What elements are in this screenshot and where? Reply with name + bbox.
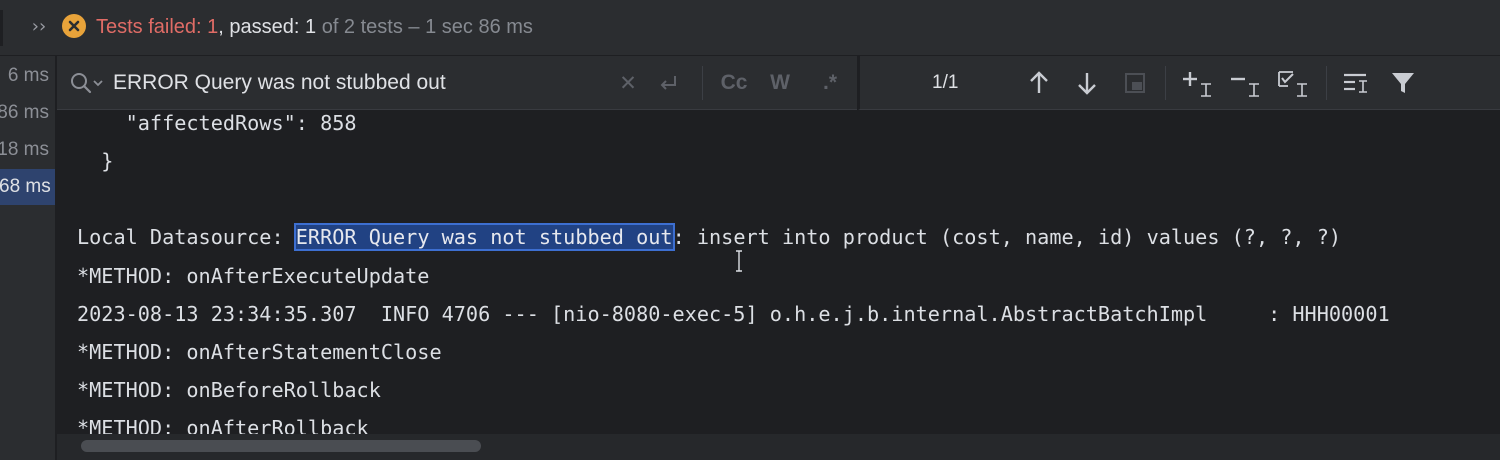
regex-button[interactable]: .*: [815, 70, 845, 96]
console-line: 2023-08-13 23:34:35.307 INFO 4706 --- [n…: [77, 302, 1390, 326]
search-input[interactable]: [113, 68, 663, 98]
select-all-matches-icon[interactable]: [1276, 68, 1312, 98]
match-suffix: : insert into product (cost, name, id) v…: [672, 225, 1342, 249]
clear-search-icon[interactable]: ✕: [615, 70, 641, 96]
expand-chevron-icon[interactable]: ››: [28, 14, 50, 40]
remove-selection-icon[interactable]: [1228, 68, 1264, 98]
console-line: *METHOD: onAfterRollback: [77, 416, 369, 434]
test-timing[interactable]: 6 ms: [8, 58, 49, 94]
search-match-highlight[interactable]: ERROR Query was not stubbed out: [293, 223, 675, 251]
match-prefix: Local Datasource:: [77, 225, 296, 249]
toolbar-separator: [1165, 66, 1166, 100]
test-timing[interactable]: 86 ms: [0, 95, 49, 131]
next-occurrence-icon[interactable]: [1072, 68, 1102, 98]
failed-label: Tests failed:: [96, 16, 208, 38]
filter-icon[interactable]: [1388, 68, 1418, 98]
console-line: *METHOD: onAfterStatementClose: [77, 340, 442, 364]
new-line-icon[interactable]: [655, 70, 681, 96]
test-failed-icon: [62, 14, 86, 38]
console-line: *METHOD: onBeforeRollback: [77, 378, 381, 402]
horizontal-scroll-area: [57, 434, 1500, 460]
test-timing-selected[interactable]: 68 ms: [0, 169, 55, 205]
filter-lines-icon[interactable]: [1340, 68, 1370, 98]
text-cursor-icon: [735, 250, 743, 272]
console-search-bar: ✕ Cc W .*: [57, 56, 857, 110]
console-output[interactable]: "affectedRows": 858 } Local Datasource: …: [57, 110, 1500, 434]
console-line: "affectedRows": 858: [77, 111, 357, 135]
test-summary: Tests failed: 1, passed: 1 of 2 tests – …: [96, 14, 533, 40]
match-count: 1/1: [932, 72, 959, 93]
toolbar-separator: [1326, 66, 1327, 100]
console-line-match: Local Datasource: ERROR Query was not st…: [77, 222, 1341, 252]
panel-divider: [0, 10, 3, 46]
test-timing[interactable]: 18 ms: [0, 132, 49, 168]
console-line: *METHOD: onAfterExecuteUpdate: [77, 264, 430, 288]
passed-count: 1: [305, 16, 317, 38]
add-selection-icon[interactable]: [1180, 68, 1216, 98]
test-status-bar: ›› Tests failed: 1, passed: 1 of 2 tests…: [0, 0, 1500, 56]
search-history-icon[interactable]: [69, 71, 103, 100]
toolbar-separator: [702, 66, 703, 100]
horizontal-scrollbar[interactable]: [81, 440, 481, 452]
test-tree-timings: 6 ms 86 ms 18 ms 68 ms: [0, 56, 56, 460]
passed-label: , passed:: [218, 16, 306, 38]
failed-count: 1: [207, 16, 219, 38]
match-case-button[interactable]: Cc: [717, 70, 751, 96]
select-all-occurrences-icon[interactable]: [1120, 68, 1150, 98]
summary-suffix: of 2 tests – 1 sec 86 ms: [316, 16, 533, 38]
previous-occurrence-icon[interactable]: [1024, 68, 1054, 98]
console-line: }: [77, 149, 114, 173]
search-toolbar: 1/1: [858, 56, 1500, 110]
whole-words-button[interactable]: W: [765, 70, 795, 96]
